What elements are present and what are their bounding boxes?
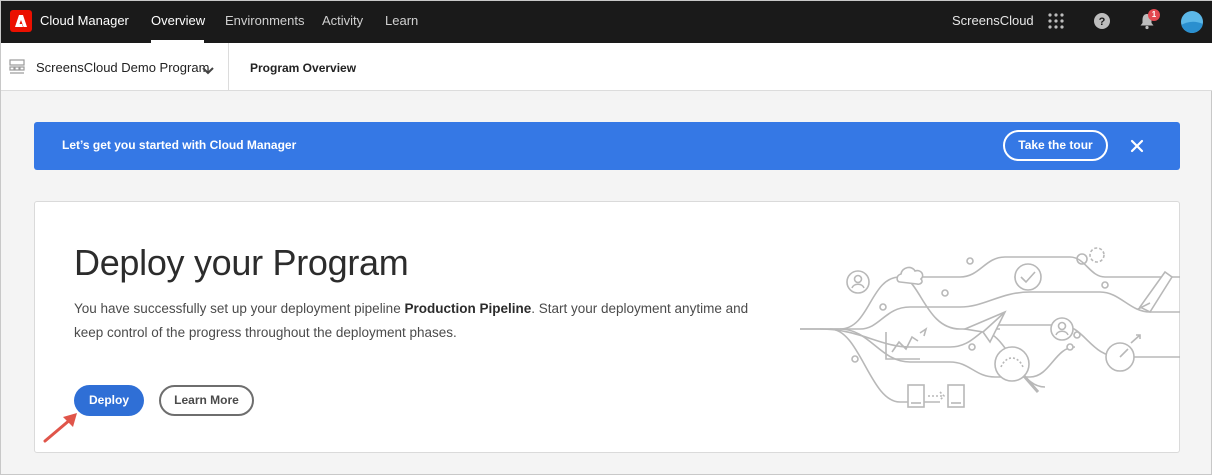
close-icon[interactable] [1130, 139, 1144, 153]
user-avatar[interactable] [1181, 11, 1203, 33]
description-text: You have successfully set up your deploy… [74, 301, 405, 316]
org-switcher[interactable]: ScreensCloud [952, 13, 1034, 28]
program-icon [9, 59, 25, 80]
svg-text:?: ? [1099, 16, 1106, 28]
help-icon[interactable]: ? [1093, 12, 1113, 32]
deployment-pipeline-illustration [800, 247, 1180, 408]
nav-environments[interactable]: Environments [225, 13, 304, 28]
banner-message: Let’s get you started with Cloud Manager [62, 138, 297, 152]
top-navigation-bar: Cloud Manager Overview Environments Acti… [1, 1, 1212, 43]
nav-learn[interactable]: Learn [385, 13, 418, 28]
divider [228, 43, 229, 91]
program-subheader: ScreensCloud Demo Program Program Overvi… [1, 43, 1212, 91]
app-title[interactable]: Cloud Manager [40, 13, 129, 28]
card-description: You have successfully set up your deploy… [74, 297, 764, 345]
card-title: Deploy your Program [74, 242, 409, 283]
deploy-button[interactable]: Deploy [74, 385, 144, 416]
page-title: Program Overview [250, 61, 357, 75]
nav-activity[interactable]: Activity [322, 13, 363, 28]
take-tour-button[interactable]: Take the tour [1003, 130, 1108, 161]
chevron-down-icon[interactable] [202, 62, 214, 80]
getting-started-banner: Let’s get you started with Cloud Manager… [34, 122, 1180, 170]
nav-overview[interactable]: Overview [151, 13, 205, 28]
program-selector[interactable]: ScreensCloud Demo Program [36, 60, 209, 75]
app-switcher-icon[interactable] [1047, 12, 1067, 32]
pipeline-name: Production Pipeline [404, 301, 532, 316]
deploy-program-card: Deploy your Program You have successfull… [34, 201, 1180, 453]
pointer-arrow-icon [43, 413, 77, 443]
notification-count-badge: 1 [1148, 9, 1160, 21]
learn-more-button[interactable]: Learn More [159, 385, 254, 416]
adobe-logo-icon[interactable] [10, 10, 32, 32]
